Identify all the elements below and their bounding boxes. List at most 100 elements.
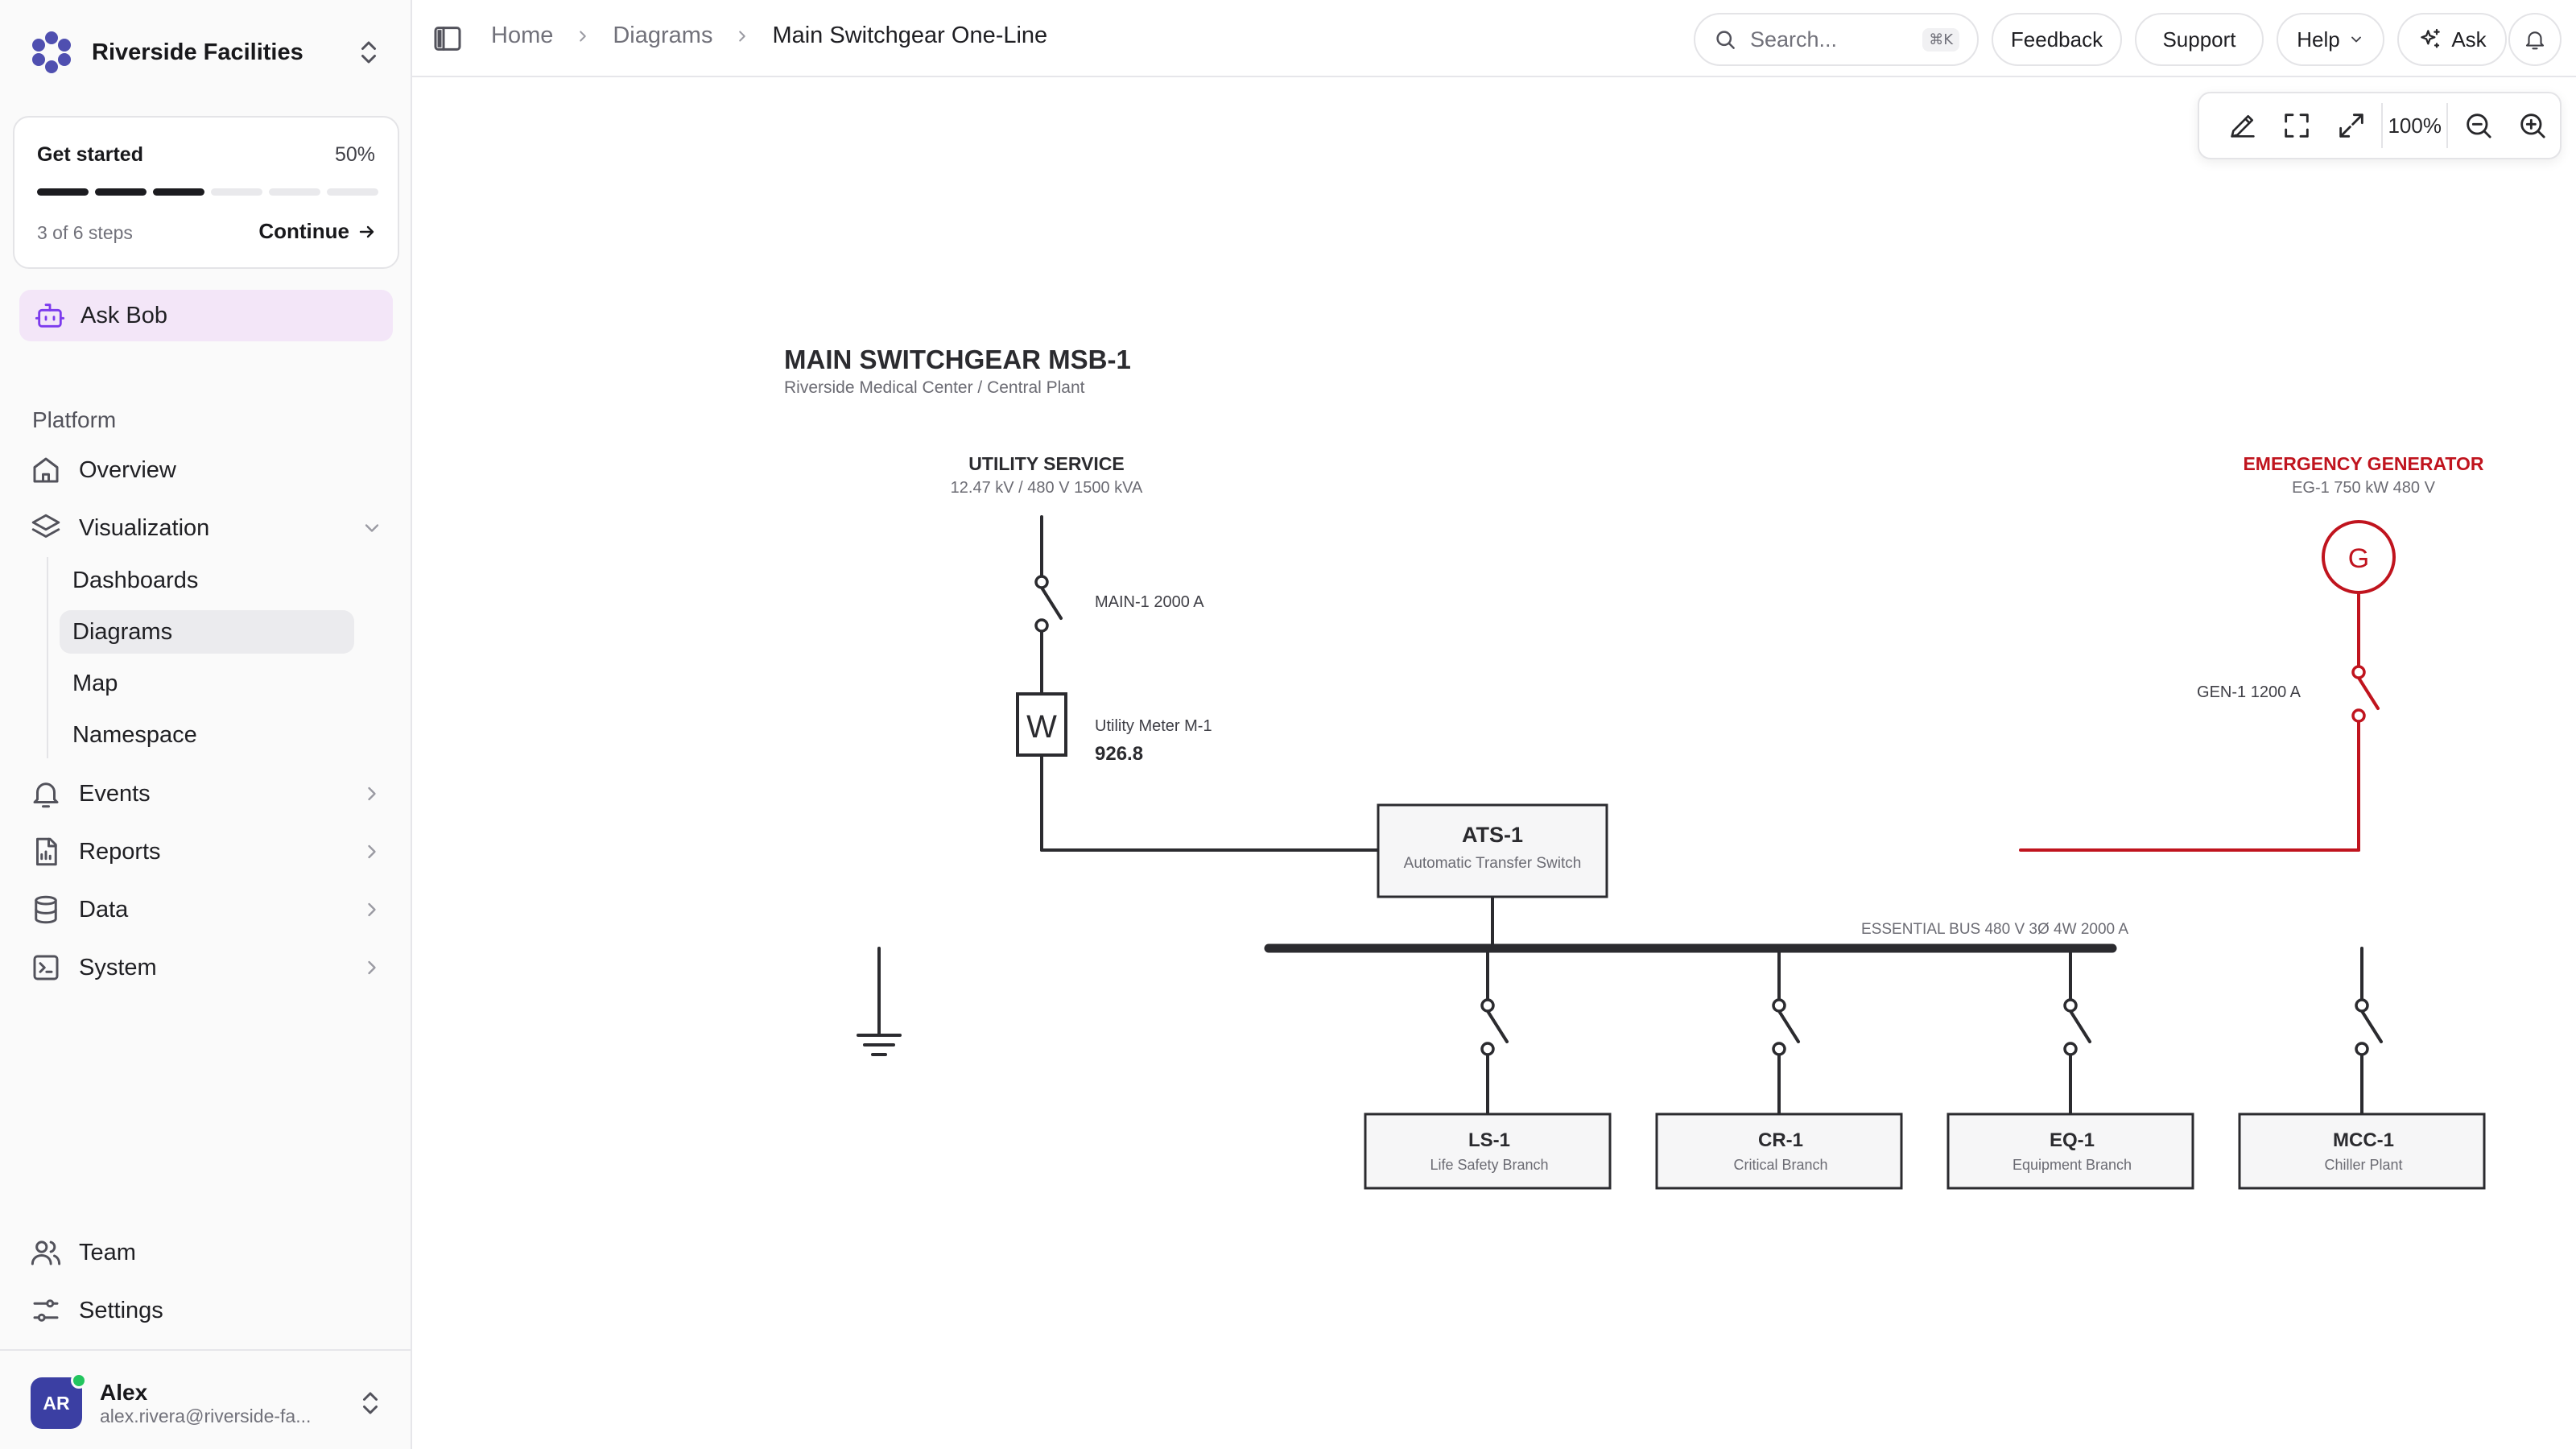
meter-label: Utility Meter M-1 [1095,717,1212,735]
nav-label: Events [79,780,151,807]
avatar-initials: AR [43,1392,70,1414]
panel-box[interactable] [1364,1113,1612,1190]
nav-item-data[interactable]: Data [29,887,383,932]
breadcrumb-current: Main Switchgear One-Line [772,23,1048,48]
breaker-contact [2355,1042,2369,1056]
notifications-button[interactable] [2508,13,2562,66]
panel-name: CR-1 [1758,1129,1803,1151]
search-input[interactable]: Search... ⌘K [1694,13,1979,66]
nav-item-overview[interactable]: Overview [29,448,383,493]
progress-segment [327,188,378,196]
users-icon [31,1241,61,1265]
breadcrumb: Home Diagrams Main Switchgear One-Line [491,23,1047,49]
org-switcher[interactable]: Riverside Facilities [29,24,383,80]
report-icon [36,837,57,866]
breaker-contact [1480,998,1495,1013]
help-label: Help [2297,27,2340,52]
progress-segment [153,188,204,196]
database-icon [35,895,57,924]
utility-service-label: UTILITY SERVICE [968,453,1124,474]
panel-box[interactable] [2238,1113,2486,1190]
ats-box[interactable] [1377,803,1608,898]
utility-service-spec: 12.47 kV / 480 V 1500 kVA [951,479,1143,497]
breaker-contact [2355,998,2369,1013]
breaker-contact [2063,998,2078,1013]
support-button[interactable]: Support [2135,13,2264,66]
nav-item-visualization[interactable]: Visualization [29,506,383,551]
nav-item-system[interactable]: System [29,945,383,990]
nav-label: Reports [79,838,161,865]
gen-breaker-contact-top [2351,665,2366,679]
bus-label: ESSENTIAL BUS 480 V 3Ø 4W 2000 A [1861,921,2128,938]
bell-icon [2525,31,2545,50]
panel-description: Chiller Plant [2324,1157,2402,1173]
progress-segment [37,188,89,196]
nav-label: System [79,954,157,980]
breaker-contact [2063,1042,2078,1056]
sub-item-map[interactable]: Map [60,662,354,705]
breadcrumb-diagrams[interactable]: Diagrams [613,23,712,49]
chevron-right-icon [580,30,587,42]
nav-item-team[interactable]: Team [29,1230,383,1275]
search-placeholder: Search... [1750,27,1838,52]
chevron-right-icon [368,786,376,801]
search-shortcut: ⌘K [1922,27,1959,52]
home-icon [33,457,59,483]
chevron-right-icon [368,902,376,917]
feeder-branch-ls-1[interactable]: LS-1 Life Safety Branch [1364,947,1612,1190]
utility-feeder [1040,515,1380,852]
user-info: Alex alex.rivera@riverside-fa... [100,1380,338,1427]
chevron-updown-icon [361,41,376,64]
avatar: AR [31,1373,87,1429]
sidebar-toggle-icon[interactable] [431,23,464,55]
nav-item-events[interactable]: Events [29,771,383,816]
main-area: Home Diagrams Main Switchgear One-Line S… [412,0,2576,1449]
ask-bob-label: Ask Bob [80,302,167,328]
feeder-branch-cr-1[interactable]: CR-1 Critical Branch [1655,947,1903,1190]
user-menu[interactable]: AR Alex alex.rivera@riverside-fa... [31,1373,385,1431]
continue-button[interactable]: Continue [258,219,377,244]
help-button[interactable]: Help [2277,13,2384,66]
user-email: alex.rivera@riverside-fa... [100,1405,312,1426]
sub-item-diagrams[interactable]: Diagrams [60,610,354,654]
nav-item-reports[interactable]: Reports [29,829,383,874]
panel-box[interactable] [1655,1113,1903,1190]
breadcrumb-home[interactable]: Home [491,23,553,49]
progress-segment [269,188,320,196]
layers-icon [31,514,60,538]
online-status-dot [71,1373,87,1389]
panel-description: Critical Branch [1733,1157,1827,1173]
gen-breaker-contact-bottom [2351,708,2366,723]
feeder-branch-mcc-1[interactable]: MCC-1 Chiller Plant [2238,947,2486,1190]
diagram-subtitle: Riverside Medical Center / Central Plant [784,378,1085,397]
ats-description: Automatic Transfer Switch [1404,855,1582,872]
diagram-canvas[interactable]: MAIN SWITCHGEAR MSB-1 Riverside Medical … [412,77,2576,1449]
section-label-platform: Platform [32,407,117,432]
nav-label: Visualization [79,514,210,541]
bot-icon [35,303,65,328]
generator-spec: EG-1 750 kW 480 V [2292,479,2436,497]
sliders-icon [33,1299,59,1322]
ask-button[interactable]: Ask [2397,13,2507,66]
ask-bob-button[interactable]: Ask Bob [19,290,393,341]
breaker-contact [1772,998,1786,1013]
get-started-card: Get started 50% 3 of 6 steps Continue [13,116,399,269]
org-logo-icon [32,31,71,73]
chevron-right-icon [368,844,376,859]
main-breaker-label[interactable]: MAIN-1 2000 A [1095,593,1204,611]
sub-item-dashboards[interactable]: Dashboards [60,559,354,602]
nav-label: Data [79,896,129,923]
nav-label: Team [79,1239,136,1265]
sub-item-namespace[interactable]: Namespace [60,713,354,757]
nav-label: Settings [79,1297,163,1323]
gen-breaker-label[interactable]: GEN-1 1200 A [2197,683,2301,701]
get-started-title: Get started [37,143,143,166]
sidebar-divider [0,1349,412,1351]
feedback-button[interactable]: Feedback [1992,13,2122,66]
generator-feeder [2019,591,2380,852]
terminal-icon [33,955,59,980]
panel-box[interactable] [1946,1113,2194,1190]
nav-item-settings[interactable]: Settings [29,1288,383,1333]
feeder-branch-eq-1[interactable]: EQ-1 Equipment Branch [1946,947,2194,1190]
meter-symbol: W [1026,709,1057,745]
